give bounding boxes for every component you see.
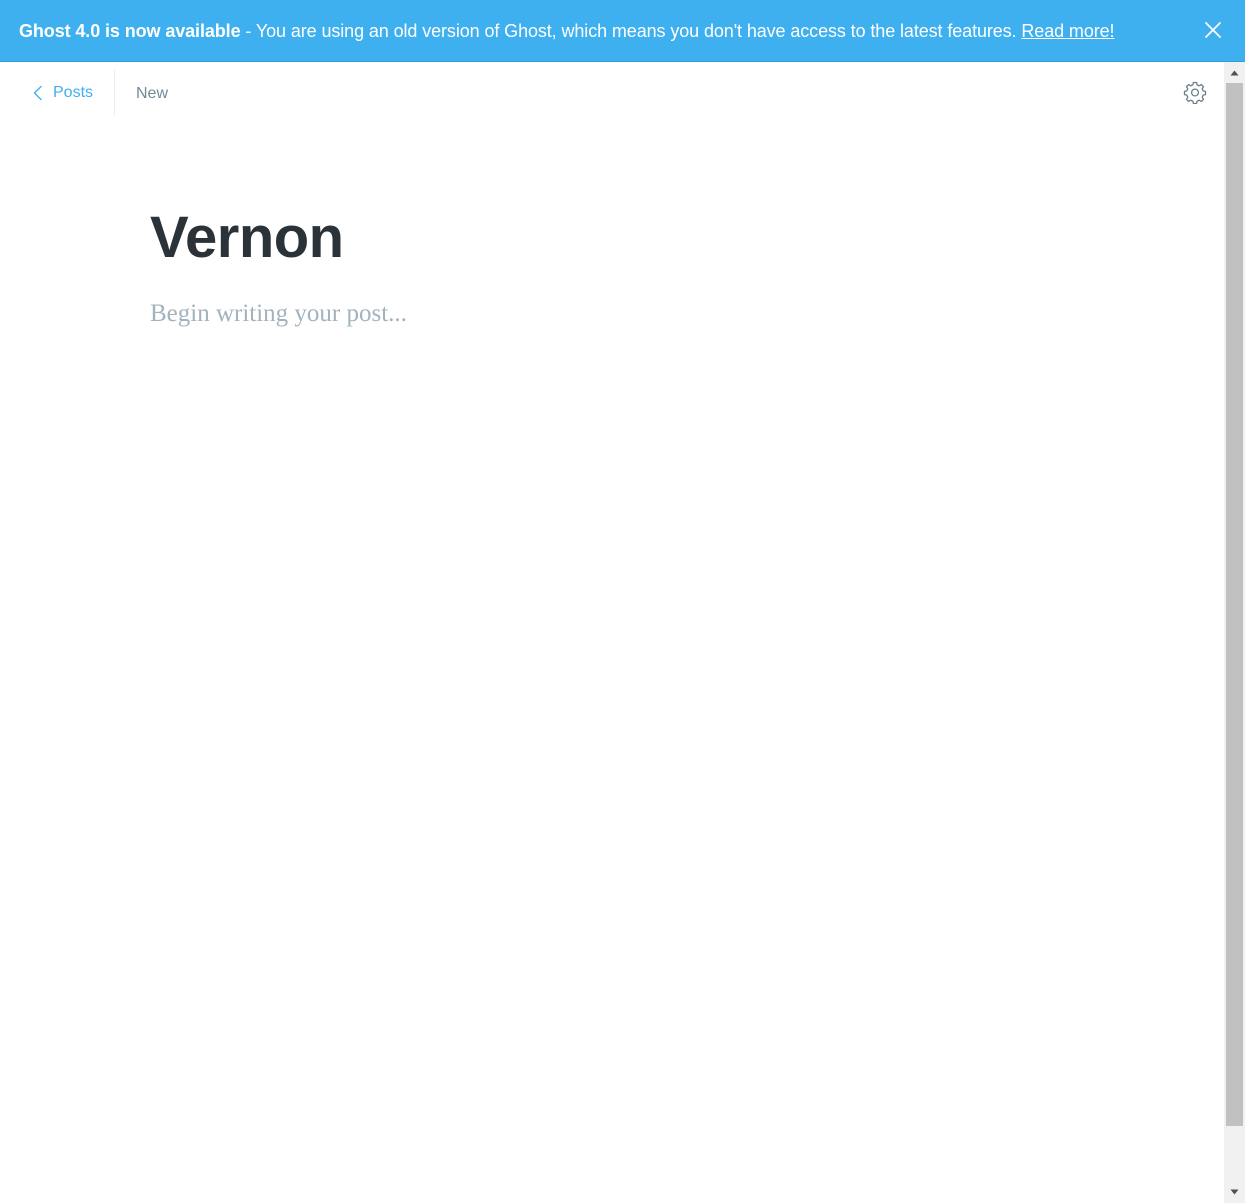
scrollbar-thumb[interactable] [1226, 83, 1243, 1126]
post-body-editor[interactable]: Begin writing your post... [150, 297, 1150, 331]
read-more-link[interactable]: Read more! [1021, 21, 1114, 41]
back-link-label: Posts [53, 84, 94, 101]
update-banner: Ghost 4.0 is now available - You are usi… [0, 0, 1245, 62]
post-status: New [136, 85, 169, 102]
scroll-up-arrow-icon[interactable] [1224, 64, 1245, 81]
gear-icon[interactable] [1183, 80, 1207, 105]
header-divider [114, 70, 115, 116]
editor-header: Posts New [0, 62, 1224, 122]
vertical-scrollbar[interactable] [1224, 62, 1245, 1203]
close-icon[interactable] [1203, 20, 1223, 40]
post-title[interactable]: Vernon [150, 200, 1150, 276]
back-to-posts-link[interactable]: Posts [32, 80, 93, 106]
banner-message: - You are using an old version of Ghost,… [240, 21, 1022, 41]
banner-title: Ghost 4.0 is now available [19, 21, 241, 41]
chevron-left-icon [33, 85, 42, 101]
banner-text: Ghost 4.0 is now available - You are usi… [19, 19, 1115, 43]
scroll-down-arrow-icon[interactable] [1224, 1183, 1245, 1200]
